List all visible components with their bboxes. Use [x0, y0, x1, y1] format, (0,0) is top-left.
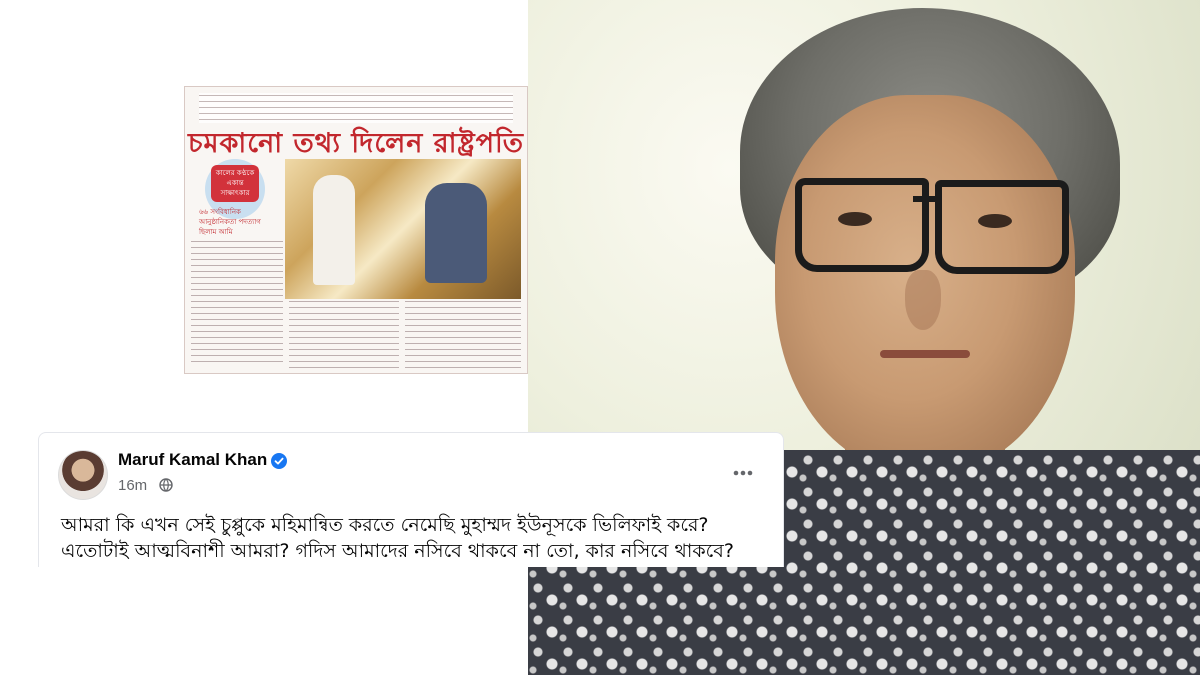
post-text: আমরা কি এখন সেই চুপ্পুকে মহিমান্বিত করতে…	[61, 512, 781, 564]
newspaper-column-right	[405, 299, 521, 369]
newspaper-clipping: চমকানো তথ্য দিলেন রাষ্ট্রপতি কালের কণ্ঠক…	[184, 86, 528, 374]
portrait-nose	[905, 270, 941, 330]
newspaper-column-mid	[289, 299, 399, 369]
post-text-line-1: আমরা কি এখন সেই চুপ্পুকে মহিমান্বিত করতে…	[61, 514, 709, 536]
newspaper-intro-text	[199, 93, 513, 123]
more-options-icon[interactable]	[730, 460, 756, 486]
newspaper-photo-person-left	[313, 175, 355, 285]
post-author-name[interactable]: Maruf Kamal Khan	[118, 450, 267, 470]
portrait-mouth	[880, 350, 970, 358]
newspaper-column-left	[191, 239, 283, 367]
post-timestamp[interactable]: 16m	[118, 477, 147, 494]
verified-badge-icon	[271, 453, 287, 469]
glasses-right-lens	[935, 180, 1069, 274]
glasses-bridge	[913, 196, 941, 202]
avatar[interactable]	[58, 450, 108, 500]
post-text-line-2: এতোটাই আত্মবিনাশী আমরা? গদিস আমাদের নসিব…	[61, 540, 734, 562]
newspaper-badge: কালের কণ্ঠকে একান্ত সাক্ষাৎকার	[211, 165, 259, 202]
globe-icon[interactable]	[159, 478, 173, 492]
newspaper-photo-person-right	[425, 183, 487, 283]
newspaper-quote: ৬৬ সংবিধানিক আনুষ্ঠানিকতা পদত্যাগ ছিলাম …	[199, 208, 261, 236]
glasses-left-lens	[795, 178, 929, 272]
